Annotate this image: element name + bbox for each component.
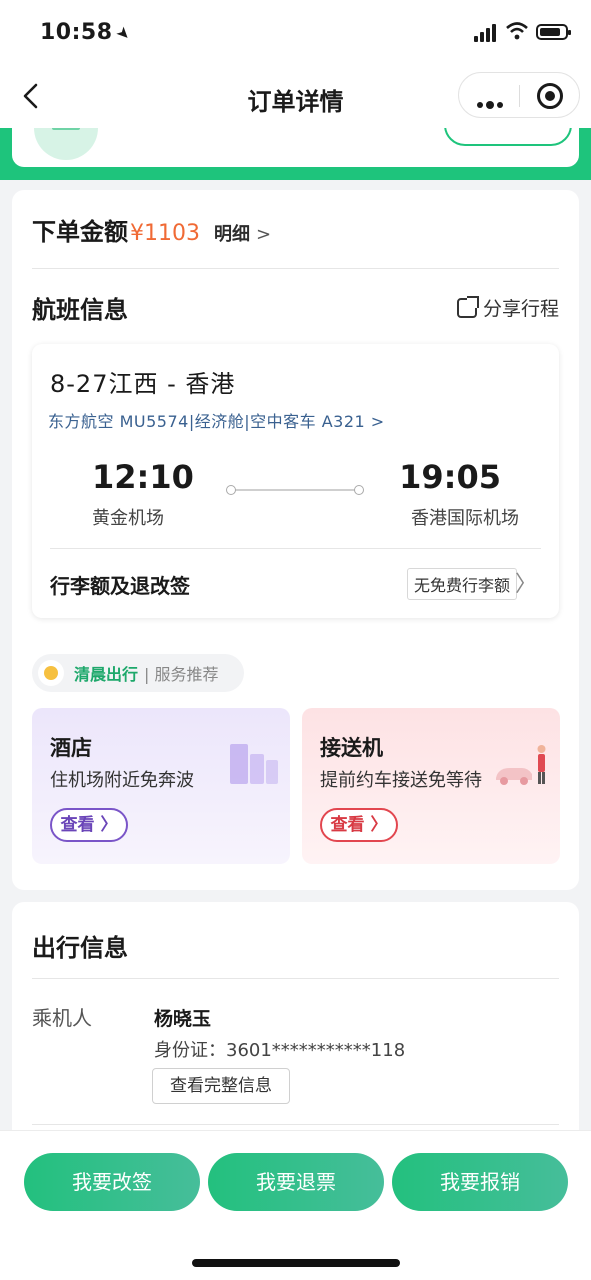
departure-airport: 黄金机场 [92,508,164,529]
baggage-policy-link[interactable]: 行李额及退改签 [50,570,190,599]
status-time: 10:58➤ [40,20,136,46]
car-driver-icon [496,745,546,785]
service-subtitle: 提前约车接送免等待 [320,770,482,791]
refund-ticket-button[interactable]: 我要退票 [208,1153,384,1211]
arrival-time: 19:05 [399,458,501,496]
hotel-building-icon [230,738,280,784]
passenger-id: 身份证：3601***********118 [154,1040,406,1061]
bottom-action-bar: 我要改签 我要退票 我要报销 [0,1130,591,1280]
transfer-service-card[interactable]: 接送机 提前约车接送免等待 查看 〉 [302,708,560,864]
service-title: 酒店 [50,736,92,760]
view-transfer-button[interactable]: 查看 〉 [320,808,398,842]
chevron-right-icon[interactable]: 〉 [515,566,537,598]
cellular-signal-icon [474,24,500,42]
hotel-service-card[interactable]: 酒店 住机场附近免奔波 查看 〉 [32,708,290,864]
service-title: 接送机 [320,736,383,760]
sunrise-icon [38,660,64,686]
passenger-label: 乘机人 [32,1006,92,1030]
home-indicator[interactable] [192,1259,400,1267]
departure-time: 12:10 [92,458,194,496]
baggage-allowance-tag: 无免费行李额 [406,568,517,600]
view-full-info-button[interactable]: 查看完整信息 [152,1068,290,1104]
target-circle-icon[interactable] [537,83,563,109]
divider [32,268,559,269]
reimburse-button[interactable]: 我要报销 [392,1153,568,1211]
arrival-airport: 香港国际机场 [411,508,519,529]
passenger-name: 杨晓玉 [154,1008,212,1030]
flight-card: 8-27江西 - 香港 东方航空 MU5574|经济舱|空中客车 A321 > … [32,344,559,618]
wifi-icon [506,22,528,40]
status-bar: 10:58➤ [0,0,591,64]
change-ticket-button[interactable]: 我要改签 [24,1153,200,1211]
share-trip-button[interactable]: 分享行程 [456,294,559,321]
flight-route: 8-27江西 - 香港 [50,370,236,398]
amount-label: 下单金额 [32,218,128,246]
chevron-right-icon: > [256,224,272,245]
travel-info-card: 出行信息 乘机人 杨晓玉 身份证：3601***********118 查看完整… [12,902,579,1162]
order-amount-row: 下单金额 ¥1103 明细 > [32,212,271,248]
route-line [226,485,364,495]
location-arrow-icon: ➤ [111,21,136,46]
share-icon [456,295,479,318]
service-subtitle: 住机场附近免奔波 [50,770,194,791]
divider [32,978,559,979]
more-dots-icon[interactable] [477,93,506,112]
nav-bar: 订单详情 [0,64,591,128]
divider [50,548,541,549]
divider [32,1124,559,1125]
amount-value: ¥1103 [130,221,200,246]
flight-section-title: 航班信息 [32,296,128,324]
price-detail-link[interactable]: 明细 > [214,220,271,246]
recommend-tag: 清晨出行 | 服务推荐 [32,654,244,692]
travel-info-title: 出行信息 [32,934,128,962]
capsule-divider [519,85,520,107]
order-card: 下单金额 ¥1103 明细 > 航班信息 分享行程 8-27江西 - 香港 东方航… [12,190,579,890]
mini-program-capsule [458,72,580,118]
battery-icon [536,24,571,40]
view-hotel-button[interactable]: 查看 〉 [50,808,128,842]
flight-meta-link[interactable]: 东方航空 MU5574|经济舱|空中客车 A321 > [48,408,385,432]
